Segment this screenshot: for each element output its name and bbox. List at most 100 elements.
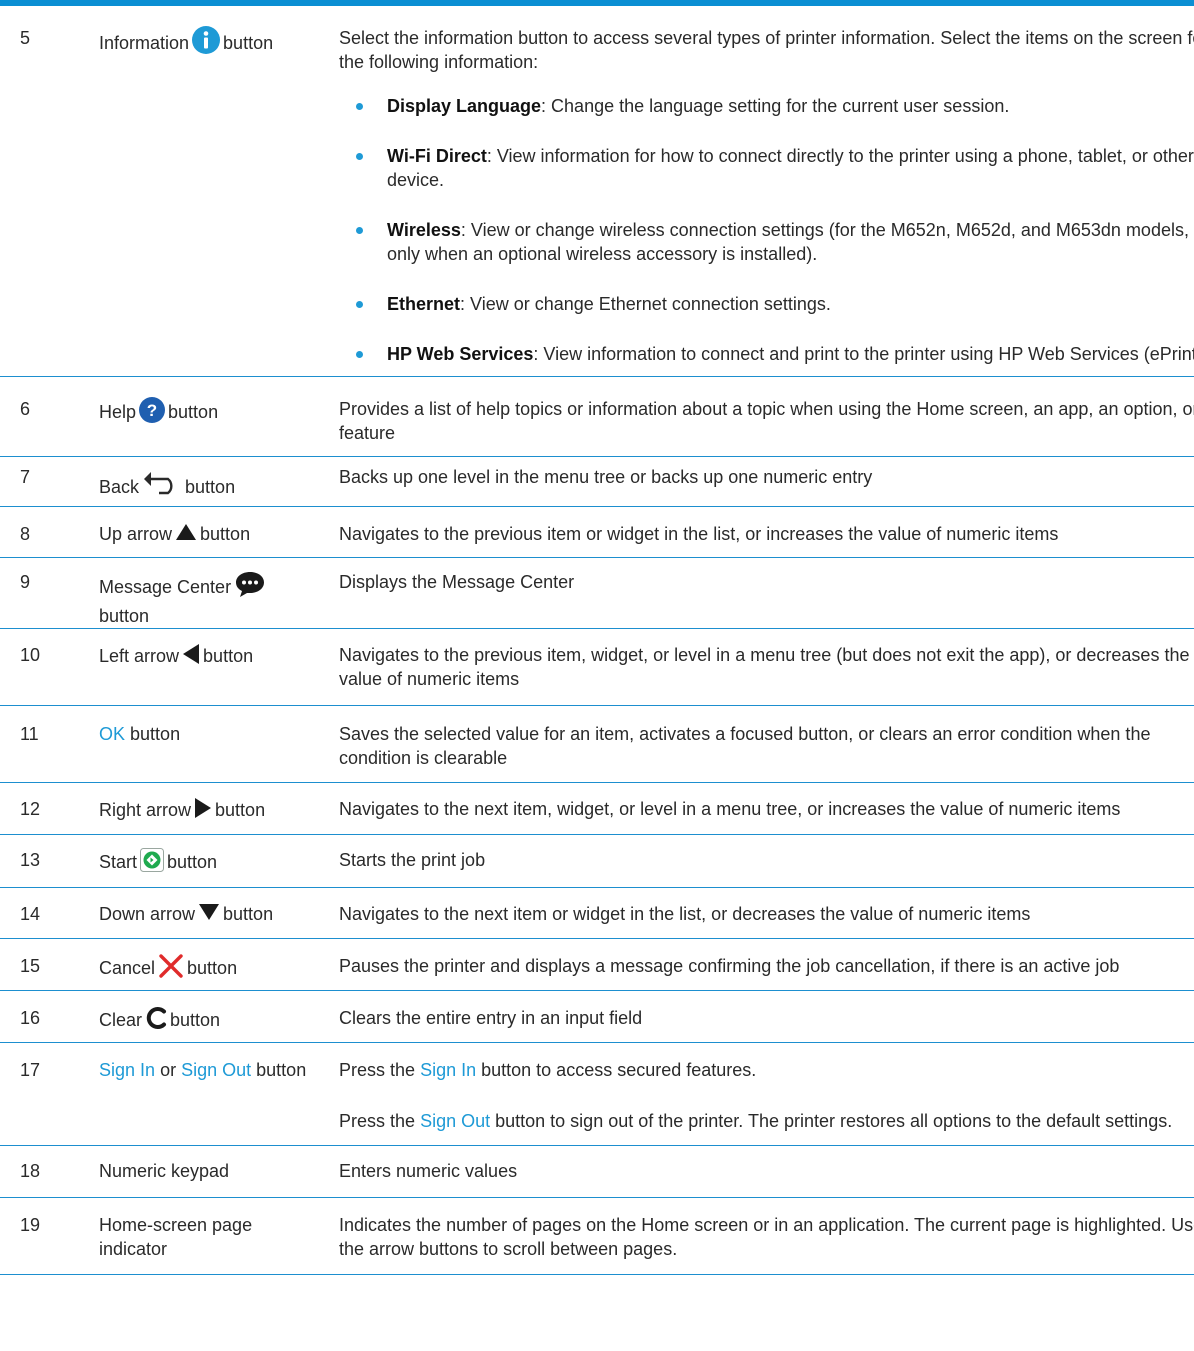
sign-out-link[interactable]: Sign Out (420, 1111, 490, 1131)
item-label: Numeric keypad (99, 1145, 339, 1198)
list-item: Display Language: Change the language se… (339, 94, 1194, 118)
bullet-dot (356, 153, 363, 160)
table-row: 13 Start button Starts the print job (0, 834, 1194, 888)
bullet-dot (356, 351, 363, 358)
paragraph-text: Press the (339, 1060, 416, 1080)
information-list: Display Language: Change the language se… (339, 94, 1194, 366)
item-cell: Sign In or Sign Out button (99, 1042, 339, 1146)
description-text: Select the information button to access … (339, 28, 1194, 72)
item-suffix: button (256, 1060, 307, 1080)
table-row: 9 Message Center button Displays the Mess… (0, 557, 1194, 629)
item-label: Back (99, 477, 140, 497)
row-number: 9 (0, 557, 99, 629)
row-number: 8 (0, 506, 99, 558)
table-row: 17 Sign In or Sign Out button Press the … (0, 1042, 1194, 1146)
item-cell: Down arrow button (99, 887, 339, 939)
description-text: Navigates to the next item, widget, or l… (339, 782, 1194, 835)
row-number: 17 (0, 1042, 99, 1146)
row-number: 5 (0, 6, 99, 377)
right-arrow-icon (194, 797, 212, 825)
list-term: Wireless (387, 220, 461, 240)
item-label: Message Center (99, 577, 232, 597)
list-item: HP Web Services: View information to con… (339, 342, 1194, 366)
item-label: Left arrow (99, 646, 180, 666)
paragraph-text: button to sign out of the printer. The p… (495, 1111, 1173, 1131)
cancel-icon (158, 954, 184, 984)
row-number: 15 (0, 938, 99, 991)
description-text: Starts the print job (339, 834, 1194, 888)
item-suffix: button (187, 958, 238, 978)
list-text: : Change the language setting for the cu… (541, 96, 1010, 116)
table-row: 12 Right arrow button Navigates to the ne… (0, 782, 1194, 835)
message-center-icon (234, 570, 266, 604)
item-suffix: button (170, 1010, 221, 1030)
item-label: Start (99, 852, 138, 872)
row-number: 12 (0, 782, 99, 835)
help-icon: ? (139, 397, 166, 429)
list-item: Wireless: View or change wireless connec… (339, 218, 1194, 266)
table-row: 5 Information button Select the informati… (0, 6, 1194, 377)
row-number: 11 (0, 705, 99, 783)
item-label: Cancel (99, 958, 156, 978)
up-arrow-icon (175, 523, 197, 547)
item-suffix: button (167, 852, 218, 872)
list-term: HP Web Services (387, 344, 534, 364)
information-icon (192, 26, 221, 60)
item-cell: Information button (99, 6, 339, 377)
item-cell: Clear button (99, 990, 339, 1043)
table-row: 19 Home-screen page indicator Indicates … (0, 1197, 1194, 1275)
description-text: Navigates to the previous item, widget, … (339, 628, 1194, 706)
list-term: Display Language (387, 96, 542, 116)
row-number: 7 (0, 456, 99, 507)
table-row: 10 Left arrow button Navigates to the pre… (0, 628, 1194, 706)
item-cell: Start button (99, 834, 339, 888)
table-row: 15 Cancel button Pauses the printer and d… (0, 938, 1194, 991)
row-number: 13 (0, 834, 99, 888)
table-row: 14 Down arrow button Navigates to the nex… (0, 887, 1194, 939)
row-number: 16 (0, 990, 99, 1043)
description-text: Navigates to the next item or widget in … (339, 887, 1194, 939)
sign-out-link[interactable]: Sign Out (181, 1060, 251, 1080)
row-number: 10 (0, 628, 99, 706)
sign-in-link[interactable]: Sign In (420, 1060, 476, 1080)
bullet-dot (356, 301, 363, 308)
back-arrow-icon (142, 471, 182, 501)
sign-out-paragraph: Press the Sign Out button to sign out of… (339, 1109, 1194, 1133)
ok-link[interactable]: OK (99, 724, 125, 744)
description-text: Indicates the number of pages on the Hom… (339, 1197, 1194, 1275)
description-cell: Select the information button to access … (339, 6, 1194, 377)
sign-in-paragraph: Press the Sign In button to access secur… (339, 1058, 1194, 1082)
row-number: 18 (0, 1145, 99, 1198)
table-row: 16 Clear button Clears the entire entry i… (0, 990, 1194, 1043)
item-cell: Right arrow button (99, 782, 339, 835)
item-suffix: button (99, 606, 150, 626)
item-suffix: button (203, 646, 254, 666)
item-suffix: button (223, 33, 274, 53)
item-cell: Cancel button (99, 938, 339, 991)
item-cell: Up arrow button (99, 506, 339, 558)
clear-icon (145, 1006, 167, 1036)
bullet-dot (356, 227, 363, 234)
item-label: Right arrow (99, 800, 192, 820)
table-row: 18 Numeric keypad Enters numeric values (0, 1145, 1194, 1198)
item-suffix: button (130, 724, 181, 744)
item-label: Help (99, 402, 137, 422)
row-number: 19 (0, 1197, 99, 1275)
list-item: Wi-Fi Direct: View information for how t… (339, 144, 1194, 192)
sign-in-link[interactable]: Sign In (99, 1060, 155, 1080)
description-text: Backs up one level in the menu tree or b… (339, 456, 1194, 507)
paragraph-text: button to access secured features. (481, 1060, 757, 1080)
item-label: Clear (99, 1010, 143, 1030)
list-term: Ethernet (387, 294, 461, 314)
description-text: Saves the selected value for an item, ac… (339, 705, 1194, 783)
list-text: : View information to connect and print … (533, 344, 1194, 364)
control-panel-table: 5 Information button Select the informati… (0, 6, 1194, 1275)
list-text: : View or change wireless connection set… (387, 220, 1189, 264)
item-suffix: button (200, 524, 251, 544)
description-text: Navigates to the previous item or widget… (339, 506, 1194, 558)
item-suffix: button (223, 904, 274, 924)
row-number: 6 (0, 376, 99, 457)
start-icon (140, 848, 165, 878)
paragraph-text: Press the (339, 1111, 416, 1131)
item-cell: Message Center button (99, 557, 339, 629)
